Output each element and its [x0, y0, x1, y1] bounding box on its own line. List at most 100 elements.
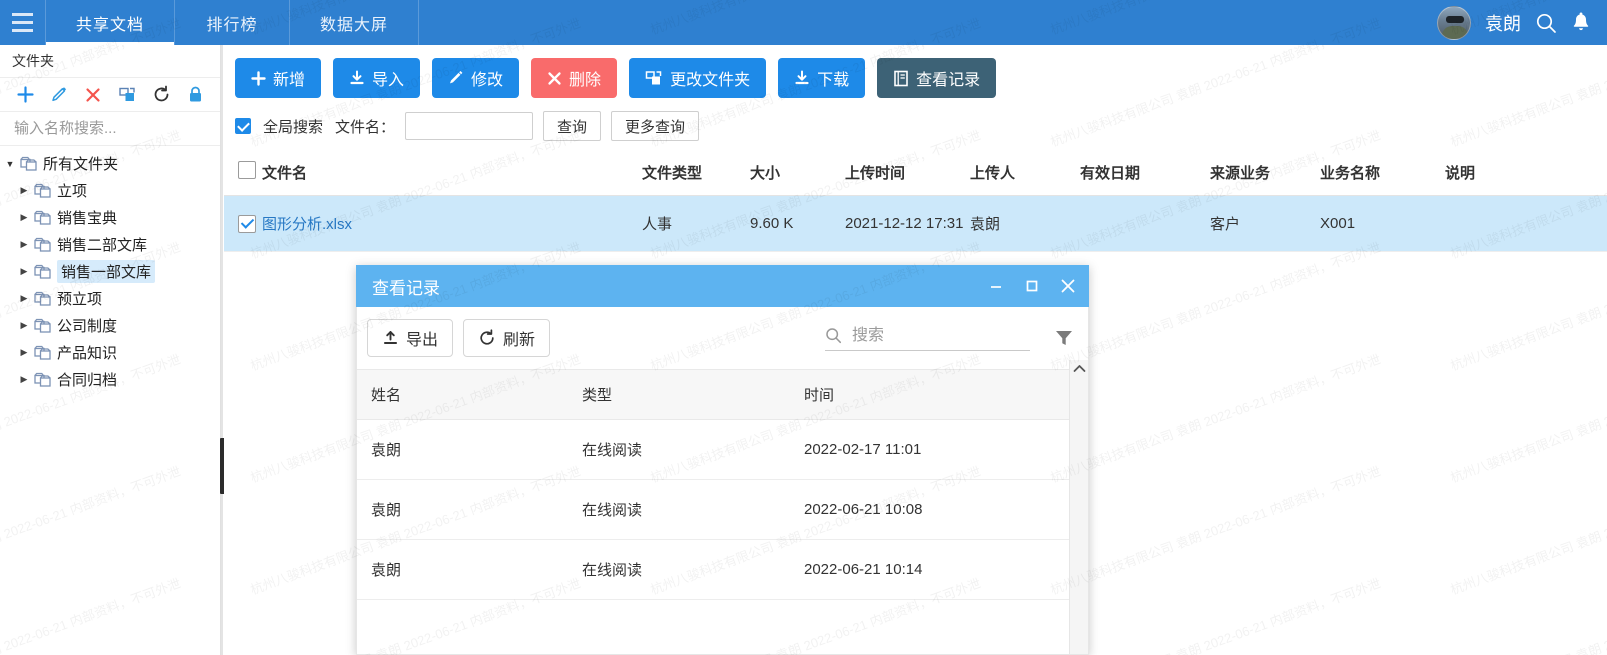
folder-tree-item[interactable]: ▶ 公司制度 [0, 312, 220, 339]
sidebar-title: 文件夹 [0, 45, 220, 78]
query-button[interactable]: 查询 [543, 111, 602, 141]
global-search-checkbox[interactable] [235, 118, 251, 134]
view-records-dialog: 查看记录 导出 刷新 搜索 姓名 类型 时间 袁朗 在线阅读 2022-02-1… [356, 265, 1089, 655]
folder-tree-item[interactable]: ▶ 产品知识 [0, 339, 220, 366]
column-header-filetype[interactable]: 文件类型 [642, 151, 750, 196]
folder-tree-item[interactable]: ▶ 销售一部文库 [0, 258, 220, 285]
maximize-icon[interactable] [1021, 275, 1043, 297]
record-row[interactable]: 袁朗 在线阅读 2022-02-17 11:01 [357, 419, 1075, 480]
import-button[interactable]: 导入 [333, 58, 421, 98]
record-row[interactable]: 袁朗 在线阅读 2022-06-21 10:08 [357, 479, 1075, 540]
tab-shared-documents[interactable]: 共享文档 [45, 0, 175, 45]
folder-icon [34, 237, 52, 253]
tab-label: 排行榜 [206, 16, 258, 34]
select-all-checkbox[interactable] [238, 161, 256, 179]
folder-search-input[interactable] [12, 119, 210, 138]
column-header-source-business[interactable]: 来源业务 [1210, 151, 1320, 196]
scroll-up-arrow[interactable] [1070, 364, 1088, 373]
download-button[interactable]: 下载 [778, 58, 866, 98]
lock-icon[interactable] [183, 83, 207, 107]
folder-label: 产品知识 [57, 345, 118, 362]
expand-arrow-icon[interactable]: ▶ [14, 185, 34, 196]
view-records-button[interactable]: 查看记录 [877, 58, 997, 98]
folder-tree-item[interactable]: ▶ 销售宝典 [0, 204, 220, 231]
refresh-icon[interactable] [149, 83, 173, 107]
tab-data-screen[interactable]: 数据大屏 [289, 0, 420, 45]
records-table-header: 姓名 类型 时间 [357, 369, 1075, 420]
search-icon[interactable] [1535, 12, 1557, 34]
add-button[interactable]: 新增 [235, 58, 322, 98]
global-search-label: 全局搜索 [263, 118, 324, 136]
funnel-icon[interactable] [1054, 329, 1074, 347]
expand-arrow-icon[interactable]: ▶ [14, 347, 34, 358]
add-folder-icon[interactable] [13, 83, 37, 107]
row-select-cell [224, 195, 262, 252]
move-folder-icon[interactable] [115, 83, 139, 107]
column-header-upload-time[interactable]: 上传时间 [845, 151, 970, 196]
username-label: 袁朗 [1485, 13, 1521, 34]
expand-arrow-icon[interactable]: ▼ [0, 159, 20, 169]
refresh-button[interactable]: 刷新 [463, 319, 551, 357]
column-header-business-name[interactable]: 业务名称 [1320, 151, 1445, 196]
folder-tree-item[interactable]: ▶ 立项 [0, 177, 220, 204]
change-folder-button[interactable]: 更改文件夹 [629, 58, 767, 98]
column-header-filename[interactable]: 文件名 [262, 151, 642, 196]
column-header-size[interactable]: 大小 [750, 151, 845, 196]
dialog-header[interactable]: 查看记录 [356, 265, 1089, 307]
expand-arrow-icon[interactable]: ▶ [14, 212, 34, 223]
tab-label: 数据大屏 [320, 16, 389, 34]
cell-source-business: 客户 [1210, 195, 1320, 252]
records-scrollbar[interactable] [1069, 360, 1088, 654]
table-row[interactable]: 图形分析.xlsx 人事 9.60 K 2021-12-12 17:31 袁朗 客户 X00… [224, 195, 1607, 252]
expand-arrow-icon[interactable]: ▶ [14, 320, 34, 331]
close-icon[interactable] [1057, 275, 1079, 297]
minimize-icon[interactable] [985, 275, 1007, 297]
row-checkbox[interactable] [238, 214, 256, 233]
bell-icon[interactable] [1571, 12, 1591, 34]
folder-tree-item[interactable]: ▶ 销售二部文库 [0, 231, 220, 258]
button-label: 导入 [372, 72, 405, 89]
delete-folder-icon[interactable] [81, 83, 105, 107]
more-query-button[interactable]: 更多查询 [611, 111, 700, 141]
button-label: 修改 [471, 72, 504, 89]
folder-tree-item[interactable]: ▼ 所有文件夹 [0, 150, 220, 177]
column-header-valid-date[interactable]: 有效日期 [1080, 151, 1210, 196]
sidebar-splitter [221, 45, 223, 655]
cell-type: 在线阅读 [582, 539, 804, 600]
column-header-uploader[interactable]: 上传人 [970, 151, 1080, 196]
filename-input[interactable] [405, 112, 534, 140]
button-label: 刷新 [503, 332, 536, 349]
file-link[interactable]: 图形分析.xlsx [262, 216, 352, 233]
cell-time: 2022-02-17 11:01 [804, 419, 1075, 480]
column-header-time[interactable]: 时间 [804, 369, 1075, 420]
column-header-type[interactable]: 类型 [582, 369, 804, 420]
dialog-search-field[interactable] [825, 325, 1030, 351]
expand-arrow-icon[interactable]: ▶ [14, 374, 34, 385]
edit-folder-icon[interactable] [47, 83, 71, 107]
dialog-search-input[interactable] [850, 325, 1015, 346]
file-table-body: 图形分析.xlsx 人事 9.60 K 2021-12-12 17:31 袁朗 客户 X00… [224, 195, 1607, 252]
expand-arrow-icon[interactable]: ▶ [14, 266, 34, 277]
folder-label: 销售宝典 [57, 210, 118, 227]
expand-arrow-icon[interactable]: ▶ [14, 239, 34, 250]
button-label: 导出 [406, 332, 439, 349]
export-button[interactable]: 导出 [367, 319, 454, 357]
delete-button[interactable]: 删除 [531, 58, 618, 98]
edit-button[interactable]: 修改 [432, 58, 520, 98]
column-header-name[interactable]: 姓名 [357, 369, 582, 420]
folder-tree-item[interactable]: ▶ 合同归档 [0, 366, 220, 393]
folder-tree-item[interactable]: ▶ 预立项 [0, 285, 220, 312]
folder-search-field[interactable] [0, 112, 220, 146]
hamburger-icon[interactable] [0, 0, 45, 45]
tab-leaderboard[interactable]: 排行榜 [174, 0, 289, 45]
expand-arrow-icon[interactable]: ▶ [14, 293, 34, 304]
records-header-row: 姓名 类型 时间 [357, 369, 1075, 420]
record-row[interactable]: 袁朗 在线阅读 2022-06-21 10:14 [357, 539, 1075, 600]
column-header-remark[interactable]: 说明 [1445, 151, 1607, 196]
folder-label: 销售二部文库 [57, 237, 148, 254]
dialog-controls [985, 275, 1079, 297]
cell-type: 在线阅读 [582, 419, 804, 480]
folder-icon [34, 345, 52, 361]
folder-label: 预立项 [57, 291, 103, 308]
avatar[interactable] [1437, 5, 1471, 40]
